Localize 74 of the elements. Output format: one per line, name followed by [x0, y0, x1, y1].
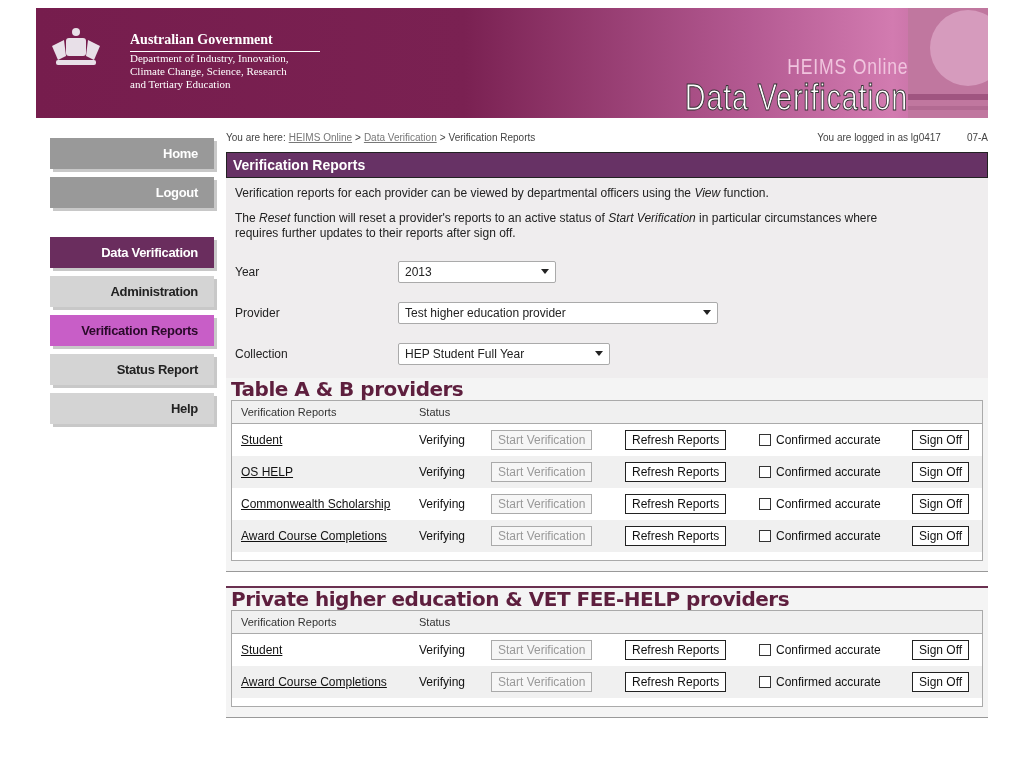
department-name: and Tertiary Education	[130, 78, 232, 91]
column-header: Status	[419, 616, 452, 628]
breadcrumb-separator: >	[439, 131, 446, 143]
department-name: Department of Industry, Innovation,	[130, 52, 290, 65]
breadcrumb-separator: >	[355, 131, 361, 143]
report-link[interactable]: Commonwealth Scholarship	[241, 497, 391, 511]
status-text: Verifying	[419, 643, 467, 657]
breadcrumb-label: You are here:	[226, 131, 286, 143]
checkbox[interactable]	[759, 466, 771, 478]
status-text: Verifying	[419, 497, 467, 511]
caret-icon	[595, 351, 603, 356]
description-text: Verification reports for each provider can be viewed by departmental officers using the View function.	[235, 186, 770, 201]
checkbox-label: Confirmed accurate	[776, 675, 881, 689]
refresh-reports-button[interactable]: Refresh Reports	[625, 672, 727, 692]
dropdown-field[interactable]: Test higher education provider	[398, 301, 718, 324]
column-header: Verification Reports	[241, 616, 338, 628]
sidebar-item[interactable]: Status Report	[50, 354, 214, 385]
report-link[interactable]: Student	[241, 433, 283, 447]
checkbox[interactable]	[759, 676, 771, 688]
column-header: Verification Reports	[241, 406, 338, 418]
checkbox-label: Confirmed accurate	[776, 529, 881, 543]
caret-icon	[703, 310, 711, 315]
application-title: Data Verification	[684, 80, 908, 116]
field-label: Collection	[235, 346, 289, 361]
panel-title: Verification Reports	[226, 152, 988, 178]
sidebar-item[interactable]: Help	[50, 393, 214, 424]
description-text: requires further updates to their reports after sign off.	[235, 226, 517, 241]
section-heading: Private higher education & VET FEE-HELP providers	[230, 588, 791, 610]
description-text: The Reset function will reset a provider's reports to an active status of Start Verification in particular circumstances where	[235, 211, 879, 226]
refresh-reports-button[interactable]: Refresh Reports	[625, 494, 727, 514]
sign-off-button[interactable]: Sign Off	[912, 672, 970, 692]
checkbox-label: Confirmed accurate	[776, 465, 881, 479]
caret-icon	[541, 269, 549, 274]
checkbox-label: Confirmed accurate	[776, 497, 881, 511]
checkbox[interactable]	[759, 498, 771, 510]
status-text: Verifying	[419, 529, 467, 543]
sign-off-button[interactable]: Sign Off	[912, 526, 970, 546]
checkbox[interactable]	[759, 530, 771, 542]
dropdown-field[interactable]: 2013	[398, 260, 556, 283]
logged-in-text: You are logged in as lg0417	[817, 131, 941, 143]
checkbox[interactable]	[759, 434, 771, 446]
department-name: Climate Change, Science, Research	[130, 65, 288, 78]
sign-off-button[interactable]: Sign Off	[912, 430, 970, 450]
status-text: Verifying	[419, 465, 467, 479]
report-link[interactable]: Student	[241, 643, 283, 657]
checkbox-label: Confirmed accurate	[776, 433, 881, 447]
field-label: Provider	[235, 305, 281, 320]
sidebar-item[interactable]: Verification Reports	[50, 315, 214, 346]
sign-off-button[interactable]: Sign Off	[912, 640, 970, 660]
breadcrumb-link[interactable]: HEIMS Online	[288, 131, 353, 143]
date-text: 07-A	[966, 131, 988, 143]
section-heading: Table A & B providers	[230, 378, 465, 400]
sidebar-item[interactable]: Administration	[50, 276, 214, 307]
breadcrumb-link[interactable]: Data Verification	[363, 131, 437, 143]
dropdown-field[interactable]: HEP Student Full Year	[398, 342, 610, 365]
status-text: Verifying	[419, 433, 467, 447]
sign-off-button[interactable]: Sign Off	[912, 494, 970, 514]
status-text: Verifying	[419, 675, 467, 689]
report-link[interactable]: Award Course Completions	[241, 675, 387, 689]
checkbox[interactable]	[759, 644, 771, 656]
field-label: Year	[235, 264, 261, 279]
report-link[interactable]: Award Course Completions	[241, 529, 387, 543]
refresh-reports-button[interactable]: Refresh Reports	[625, 640, 727, 660]
checkbox-label: Confirmed accurate	[776, 643, 881, 657]
refresh-reports-button[interactable]: Refresh Reports	[625, 430, 727, 450]
refresh-reports-button[interactable]: Refresh Reports	[625, 462, 727, 482]
refresh-reports-button[interactable]: Refresh Reports	[625, 526, 727, 546]
breadcrumb-current: Verification Reports	[448, 131, 536, 143]
report-link[interactable]: OS HELP	[241, 465, 294, 479]
system-name: HEIMS Online	[786, 54, 908, 80]
agency-name: Australian Government	[130, 32, 320, 52]
sign-off-button[interactable]: Sign Off	[912, 462, 970, 482]
column-header: Status	[419, 406, 452, 418]
sidebar-item[interactable]: Data Verification	[50, 237, 214, 268]
